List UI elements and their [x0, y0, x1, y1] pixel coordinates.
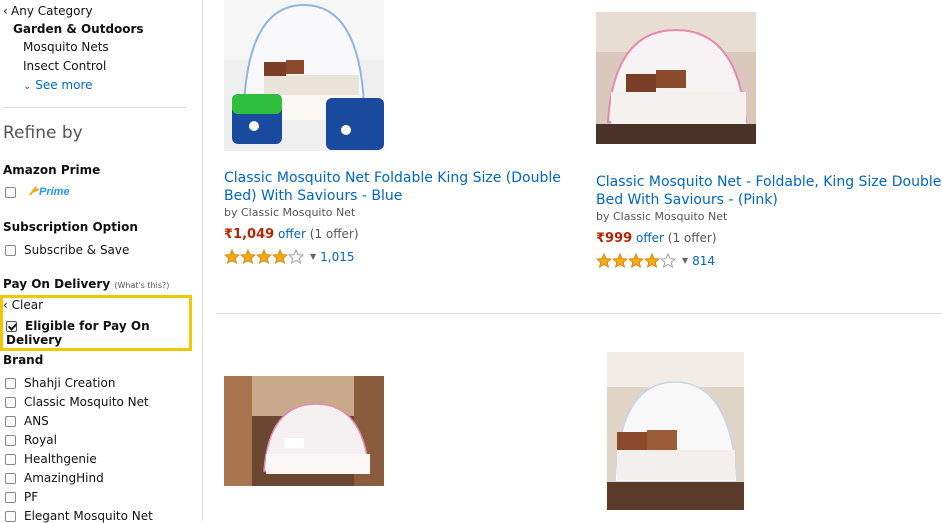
divider: [3, 107, 186, 108]
product-brand-1: by Classic Mosquito Net: [224, 206, 356, 219]
prime-checkbox[interactable]: [5, 187, 16, 198]
star-icon: [628, 253, 644, 268]
star-icon: [272, 249, 288, 264]
product-image-4[interactable]: [607, 352, 744, 510]
product-image-3[interactable]: [224, 376, 384, 486]
chevron-left-icon: ‹: [3, 4, 8, 18]
pay-on-delivery-filter[interactable]: Eligible for Pay On Delivery: [6, 319, 202, 347]
brand-filter[interactable]: AmazingHind: [5, 471, 104, 485]
brand-heading: Brand: [3, 353, 44, 367]
star-rating[interactable]: [224, 249, 304, 264]
offer-count-1: (1 offer): [309, 227, 359, 241]
product-title-2[interactable]: Classic Mosquito Net - Foldable, King Si…: [596, 173, 941, 209]
subscribe-save-checkbox[interactable]: [5, 245, 16, 256]
star-icon: [596, 253, 612, 268]
brand-filter[interactable]: Royal: [5, 433, 57, 447]
brand-checkbox[interactable]: [5, 473, 16, 484]
star-icon: [288, 249, 304, 264]
refine-by-heading: Refine by: [3, 123, 83, 143]
prime-logo-text: Prime: [39, 186, 70, 198]
filter-sidebar: ‹ Any Category Garden & Outdoors Mosquito…: [0, 0, 203, 523]
brand-checkbox[interactable]: [5, 416, 16, 427]
row-divider: [216, 313, 942, 314]
offer-link-1[interactable]: offer: [278, 227, 306, 241]
brand-checkbox[interactable]: [5, 378, 16, 389]
brand-filter[interactable]: Classic Mosquito Net: [5, 395, 149, 409]
star-icon: [612, 253, 628, 268]
any-category-link[interactable]: ‹ Any Category: [3, 4, 93, 18]
star-icon: [224, 249, 240, 264]
category-insect-control[interactable]: Insect Control: [23, 59, 106, 73]
product-image-2[interactable]: [596, 12, 756, 144]
product-image-1[interactable]: [224, 0, 384, 151]
product-title-1[interactable]: Classic Mosquito Net Foldable King Size …: [224, 169, 561, 205]
review-count-2[interactable]: 814: [692, 254, 715, 268]
brand-filter[interactable]: Shahji Creation: [5, 376, 115, 390]
prime-logo: Prime: [28, 184, 72, 201]
clear-filter-link[interactable]: ‹ Clear: [3, 298, 43, 312]
product-price-1[interactable]: ₹1,049: [224, 227, 274, 242]
brand-checkbox[interactable]: [5, 454, 16, 465]
double-chevron-down-icon: ⌄: [23, 81, 32, 92]
pay-on-delivery-heading: Pay On Delivery (What's this?): [3, 277, 170, 291]
brand-filter[interactable]: ANS: [5, 414, 49, 428]
brand-label: PF: [24, 490, 39, 504]
subscription-heading: Subscription Option: [3, 220, 138, 234]
review-count-1[interactable]: 1,015: [320, 250, 354, 264]
brand-label: ANS: [24, 414, 49, 428]
amazon-prime-heading: Amazon Prime: [3, 163, 101, 177]
product-rating-1: ▼ 1,015: [224, 249, 355, 264]
product-price-line-1: ₹1,049 offer (1 offer): [224, 227, 359, 242]
brand-filter[interactable]: Healthgenie: [5, 452, 97, 466]
star-icon: [660, 253, 676, 268]
product-rating-2: ▼ 814: [596, 253, 715, 268]
chevron-left-icon: ‹: [3, 298, 8, 312]
see-more-link[interactable]: ⌄ See more: [23, 78, 93, 92]
brand-checkbox[interactable]: [5, 435, 16, 446]
brand-label: Royal: [24, 433, 57, 447]
brand-label: Shahji Creation: [24, 376, 116, 390]
brand-filter[interactable]: PF: [5, 490, 38, 504]
offer-link-2[interactable]: offer: [636, 231, 664, 245]
product-brand-2: by Classic Mosquito Net: [596, 210, 728, 223]
brand-label: Healthgenie: [24, 452, 97, 466]
brand-checkbox[interactable]: [5, 492, 16, 503]
brand-label: AmazingHind: [24, 471, 104, 485]
star-icon: [240, 249, 256, 264]
offer-count-2: (1 offer): [667, 231, 717, 245]
category-heading[interactable]: Garden & Outdoors: [13, 22, 144, 36]
chevron-down-icon[interactable]: ▼: [310, 252, 316, 261]
star-rating[interactable]: [596, 253, 676, 268]
product-price-2[interactable]: ₹999: [596, 231, 632, 246]
prime-filter[interactable]: Prime: [5, 184, 72, 201]
chevron-down-icon[interactable]: ▼: [682, 256, 688, 265]
star-icon: [644, 253, 660, 268]
results-area: Classic Mosquito Net Foldable King Size …: [203, 0, 942, 521]
pay-on-delivery-checkbox[interactable]: [6, 321, 17, 332]
brand-checkbox[interactable]: [5, 397, 16, 408]
product-price-line-2: ₹999 offer (1 offer): [596, 231, 717, 246]
subscribe-save-filter[interactable]: Subscribe & Save: [5, 243, 129, 257]
whats-this-link[interactable]: (What's this?): [114, 281, 169, 290]
brand-label: Classic Mosquito Net: [24, 395, 149, 409]
brand-checkbox[interactable]: [5, 511, 16, 522]
category-mosquito-nets[interactable]: Mosquito Nets: [23, 40, 109, 54]
star-icon: [256, 249, 272, 264]
